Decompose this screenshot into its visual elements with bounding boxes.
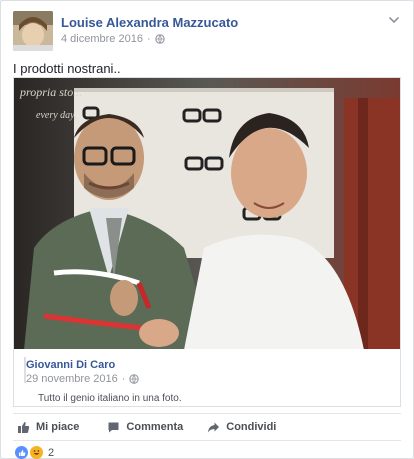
- comment-button[interactable]: Commenta: [107, 421, 183, 434]
- post-card: Louise Alexandra Mazzucato 4 dicembre 20…: [0, 0, 414, 459]
- share-label: Condividi: [226, 421, 277, 433]
- shared-text: Tutto il genio italiano in una foto.: [38, 393, 182, 404]
- comment-icon: [108, 422, 119, 432]
- photo-overlay-text-2: every day,: [36, 110, 77, 121]
- dot-separator: ·: [146, 33, 151, 45]
- like-button[interactable]: Mi piace: [17, 421, 79, 434]
- shared-meta: 29 novembre 2016 ·: [26, 373, 140, 385]
- post-photo[interactable]: propria sto... every day,: [13, 77, 401, 349]
- like-reaction-icon: [15, 446, 28, 459]
- post-text: I prodotti nostrani..: [13, 61, 121, 76]
- globe-icon: [129, 374, 140, 384]
- shared-date[interactable]: 29 novembre 2016: [26, 373, 118, 385]
- author-avatar[interactable]: [13, 11, 53, 51]
- share-arrow-icon: [208, 422, 220, 432]
- chevron-down-icon[interactable]: [387, 13, 401, 27]
- reaction-count: 2: [48, 446, 55, 459]
- post-author-name[interactable]: Louise Alexandra Mazzucato: [61, 15, 238, 30]
- post-header: Louise Alexandra Mazzucato 4 dicembre 20…: [13, 11, 403, 51]
- post-meta: 4 dicembre 2016 ·: [61, 33, 165, 45]
- like-label: Mi piace: [36, 421, 80, 433]
- dot-separator: ·: [121, 373, 126, 385]
- post-actions-bar: Mi piace Commenta Condividi: [13, 413, 401, 441]
- globe-icon: [154, 34, 165, 44]
- reactions-summary[interactable]: 2: [15, 446, 54, 459]
- shared-author-name[interactable]: Giovanni Di Caro: [26, 359, 115, 371]
- share-button[interactable]: Condividi: [207, 421, 276, 434]
- shared-post[interactable]: Giovanni Di Caro 29 novembre 2016 · Tutt…: [13, 349, 401, 407]
- thumbs-up-icon: [18, 421, 30, 433]
- comment-label: Commenta: [126, 421, 184, 433]
- post-date[interactable]: 4 dicembre 2016: [61, 33, 143, 45]
- photo-overlay-text-1: propria sto...: [19, 85, 82, 99]
- haha-reaction-icon: [30, 446, 43, 459]
